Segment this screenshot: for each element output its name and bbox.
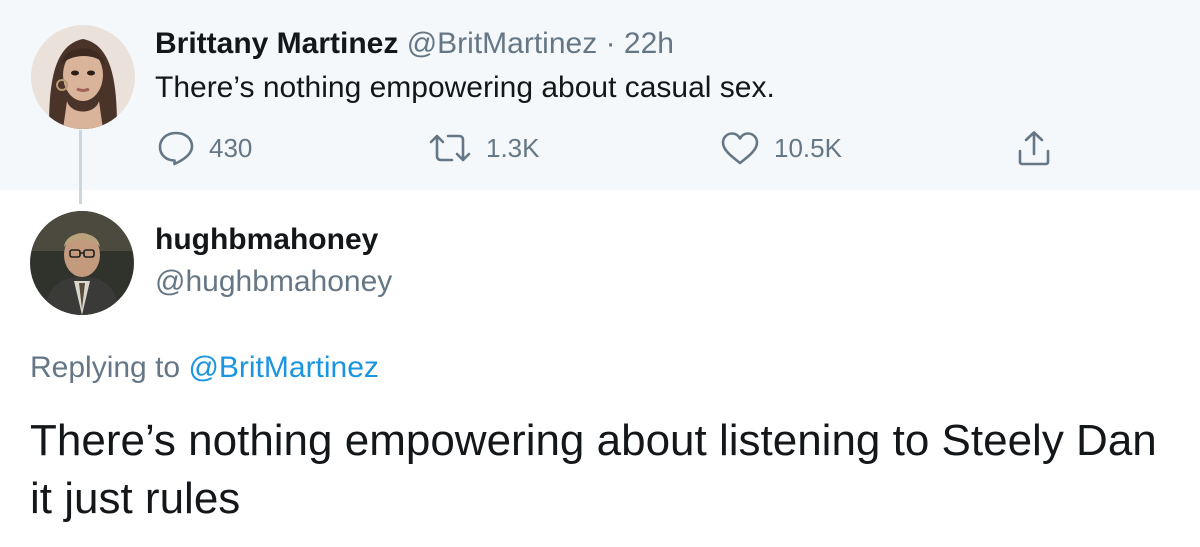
share-button[interactable] [1015, 130, 1067, 166]
avatar-image [31, 25, 135, 129]
reply-button[interactable]: 430 [157, 130, 252, 166]
thread-connector-line [79, 130, 82, 204]
avatar[interactable] [30, 211, 134, 315]
header-separator: · [605, 27, 616, 60]
share-upload-icon [1018, 131, 1050, 166]
parent-tweet-text: There’s nothing empowering about casual … [155, 71, 775, 104]
author-name[interactable]: Brittany Martinez [155, 27, 398, 60]
comment-bubble-icon [158, 131, 194, 166]
heart-outline-icon [721, 132, 759, 165]
reply-count: 430 [209, 132, 253, 163]
author-handle[interactable]: @hughbmahoney [155, 264, 392, 300]
parent-tweet-header: Brittany Martinez @BritMartinez · 22h [155, 26, 674, 62]
avatar-image [30, 211, 134, 315]
replying-to: Replying to @BritMartinez [30, 350, 379, 386]
replying-to-label: Replying to [30, 351, 189, 384]
tweet-thread: Brittany Martinez @BritMartinez · 22h Th… [0, 0, 1200, 547]
tweet-timestamp[interactable]: 22h [624, 27, 674, 60]
parent-tweet[interactable]: Brittany Martinez @BritMartinez · 22h Th… [0, 0, 1200, 190]
retweet-arrows-icon [429, 134, 471, 162]
author-handle[interactable]: @BritMartinez [407, 27, 598, 60]
replying-to-link[interactable]: @BritMartinez [188, 351, 379, 384]
retweet-count: 1.3K [486, 132, 540, 163]
author-name[interactable]: hughbmahoney [155, 222, 378, 258]
avatar[interactable] [31, 25, 135, 129]
like-button[interactable]: 10.5K [720, 130, 842, 166]
like-count: 10.5K [774, 132, 842, 163]
reply-tweet-text: There’s nothing empowering about listeni… [30, 416, 1157, 523]
retweet-button[interactable]: 1.3K [428, 130, 540, 166]
